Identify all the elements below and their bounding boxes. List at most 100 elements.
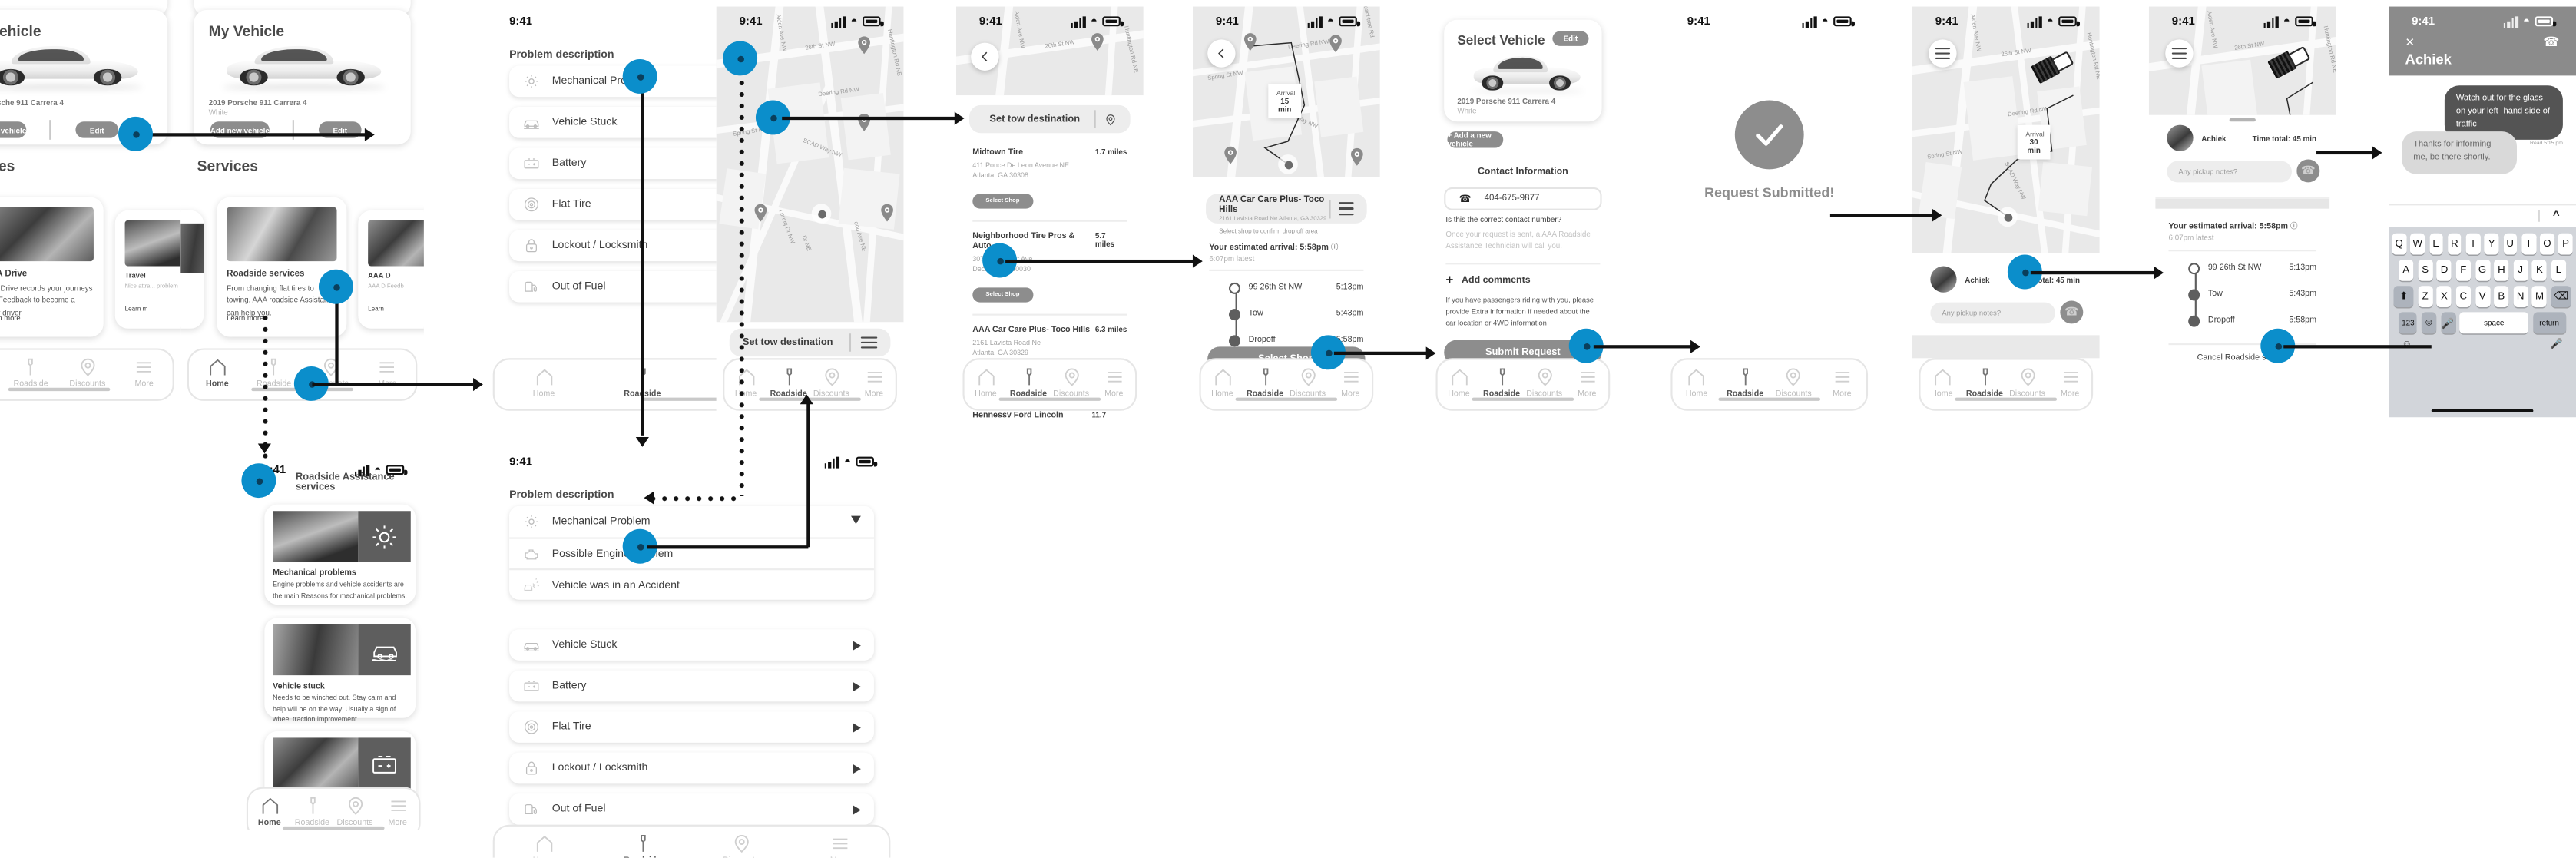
menu-button[interactable]: [2165, 39, 2194, 68]
list-view-icon[interactable]: [860, 336, 878, 349]
tab-roadside[interactable]: Roadside: [291, 795, 334, 828]
key[interactable]: B: [2494, 286, 2509, 307]
tab-bar[interactable]: Home Roadside Discounts More: [0, 348, 174, 401]
select-shop-button[interactable]: Select Shop: [972, 287, 1033, 303]
key[interactable]: W: [2410, 233, 2425, 255]
key[interactable]: V: [2475, 286, 2490, 307]
tab-roadside[interactable]: Roadside: [1963, 366, 2006, 399]
tab-bar[interactable]: Home Roadside Discounts More: [1919, 358, 2094, 411]
tab-discounts[interactable]: Discounts: [1523, 366, 1566, 399]
tab-discounts[interactable]: Discounts: [810, 366, 853, 399]
key[interactable]: U: [2502, 233, 2518, 255]
call-driver-button[interactable]: ☎: [2060, 300, 2084, 324]
key[interactable]: Z: [2418, 286, 2433, 307]
shift-icon[interactable]: ⬆: [2393, 286, 2414, 307]
map-pin-icon[interactable]: [1104, 113, 1117, 126]
tab-more[interactable]: More: [116, 356, 173, 389]
tab-bar[interactable]: Home Roadside Discounts More: [492, 824, 891, 858]
problem-row-vehicle-stuck[interactable]: Vehicle Stuck: [509, 629, 874, 661]
map-pin[interactable]: [754, 200, 767, 222]
key[interactable]: K: [2531, 259, 2548, 281]
tab-discounts[interactable]: Discounts: [1050, 366, 1093, 399]
problem-row-lockout[interactable]: Lockout / Locksmith: [509, 752, 874, 784]
service-card-peek-link[interactable]: Learn m: [125, 306, 148, 313]
key[interactable]: O: [2540, 233, 2554, 255]
tab-home[interactable]: Home: [1438, 366, 1481, 399]
problem-row-out-of-fuel[interactable]: Out of Fuel: [509, 793, 874, 825]
tab-home[interactable]: Home: [965, 366, 1008, 399]
tab-more[interactable]: More: [1818, 366, 1866, 399]
tab-roadside[interactable]: Roadside: [593, 833, 691, 858]
select-shop-button[interactable]: Select Shop: [972, 193, 1033, 208]
selected-shop-field[interactable]: AAA Car Care Plus- Toco Hills 2161 Lavis…: [1206, 194, 1367, 224]
tab-home[interactable]: Home: [248, 795, 291, 828]
problem-row-flat-tire[interactable]: Flat Tire: [509, 711, 874, 743]
info-icon[interactable]: ⓘ: [1331, 243, 1338, 252]
backspace-icon[interactable]: ⌫: [2551, 286, 2571, 307]
tab-bar[interactable]: Home Roadside Discounts More: [962, 358, 1137, 411]
tab-home[interactable]: Home: [1673, 366, 1721, 399]
key[interactable]: Q: [2392, 233, 2406, 255]
tab-more[interactable]: More: [376, 795, 419, 828]
key[interactable]: H: [2494, 259, 2509, 281]
microphone-icon[interactable]: 🎤: [2440, 312, 2455, 334]
key[interactable]: G: [2475, 259, 2490, 281]
close-icon[interactable]: ✕: [2405, 36, 2415, 49]
tab-home[interactable]: Home: [495, 366, 593, 399]
tab-home[interactable]: Home: [1201, 366, 1244, 399]
back-button[interactable]: [1207, 39, 1236, 68]
map-pin[interactable]: [1350, 144, 1363, 166]
tab-home[interactable]: Home: [189, 356, 246, 389]
service-card-peek-link[interactable]: Learn: [368, 306, 384, 313]
map-pin[interactable]: [881, 200, 894, 222]
add-new-vehicle-button[interactable]: Add new vehicle: [0, 121, 27, 138]
key[interactable]: J: [2513, 259, 2528, 281]
tab-roadside[interactable]: Roadside: [1243, 366, 1286, 399]
onscreen-keyboard[interactable]: Q W E R T Y U I O P A S D F G H J K L ⬆ …: [2389, 227, 2576, 418]
emoji-icon[interactable]: ☺: [2402, 340, 2412, 349]
key[interactable]: M: [2531, 286, 2548, 307]
tow-destination-input[interactable]: Set tow destination: [729, 328, 891, 357]
key[interactable]: D: [2436, 259, 2452, 281]
tab-bar[interactable]: Home Roadside Discounts More: [1199, 358, 1374, 411]
menu-button[interactable]: [1929, 39, 1957, 68]
sheet-grabber[interactable]: [2229, 118, 2256, 121]
add-comments-button[interactable]: + Add comments: [1445, 273, 1530, 287]
key[interactable]: P: [2558, 233, 2573, 255]
list-view-icon[interactable]: [1339, 202, 1354, 215]
service-card-learn-more-link[interactable]: Learn more: [227, 314, 263, 323]
tab-bar[interactable]: Home Roadside Discounts More: [1435, 358, 1611, 411]
key[interactable]: A: [2399, 259, 2414, 281]
tab-discounts[interactable]: Discounts: [2006, 366, 2049, 399]
info-card-mechanical[interactable]: Mechanical problems Engine problems and …: [264, 504, 416, 605]
problem-row-battery[interactable]: Battery: [509, 670, 874, 702]
tab-discounts[interactable]: Discounts: [59, 356, 116, 389]
tab-home[interactable]: Home: [1921, 366, 1964, 399]
back-button[interactable]: [971, 42, 999, 71]
tab-more[interactable]: More: [1565, 366, 1608, 399]
tab-home[interactable]: Home: [724, 366, 767, 399]
key[interactable]: F: [2455, 259, 2471, 281]
tab-home[interactable]: Home: [495, 833, 593, 858]
tab-more[interactable]: More: [1329, 366, 1372, 399]
call-icon[interactable]: ☎: [2543, 35, 2559, 49]
call-driver-button[interactable]: ☎: [2296, 159, 2320, 183]
service-card-roadside[interactable]: Roadside services From changing flat tir…: [217, 197, 347, 337]
pickup-notes-input[interactable]: Any pickup notes?: [2167, 161, 2292, 183]
keyboard-row-2[interactable]: A S D F G H J K L: [2392, 259, 2572, 281]
tow-destination-input[interactable]: Set tow destination: [969, 104, 1131, 134]
key[interactable]: T: [2465, 233, 2481, 255]
key[interactable]: S: [2418, 259, 2433, 281]
tab-roadside[interactable]: Roadside: [1480, 366, 1523, 399]
problem-subrow-engine[interactable]: Possible Engine Problem: [509, 537, 874, 569]
chevron-up-icon[interactable]: ^: [2538, 210, 2560, 222]
service-card-learn-more-link[interactable]: Learn more: [0, 314, 21, 323]
service-card-next-peek[interactable]: AAA D AAA D Feedb Learn: [358, 210, 424, 329]
edit-vehicle-button[interactable]: Edit: [1552, 31, 1589, 46]
keyboard-row-4[interactable]: 123 ☺ 🎤 space return: [2392, 312, 2572, 334]
key[interactable]: N: [2513, 286, 2528, 307]
tab-more[interactable]: More: [790, 833, 889, 858]
tab-more[interactable]: More: [2048, 366, 2091, 399]
tab-discounts[interactable]: Discounts: [1286, 366, 1329, 399]
info-icon[interactable]: ⓘ: [2290, 222, 2297, 230]
